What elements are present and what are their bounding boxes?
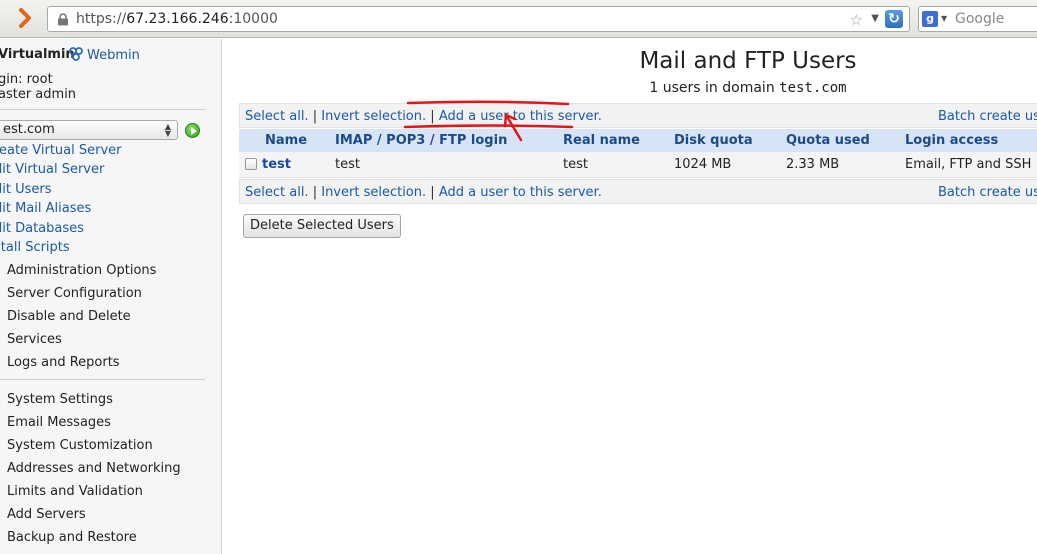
google-engine-icon[interactable]: g (922, 11, 938, 27)
cat-addresses-and-networking[interactable]: Addresses and Networking (7, 461, 181, 476)
link-separator: | (312, 109, 318, 124)
link-separator: | (312, 185, 318, 200)
cat-system-settings[interactable]: System Settings (7, 392, 113, 407)
url-text: https://67.23.166.246:10000 (76, 11, 278, 27)
url-bar[interactable]: https://67.23.166.246:10000 ☆ ▼ ↻ (47, 6, 910, 32)
cat-email-messages[interactable]: Email Messages (7, 415, 111, 430)
cat-logs-and-reports[interactable]: Logs and Reports (7, 355, 120, 370)
sidebar-divider (0, 109, 205, 110)
role-info: aster admin (0, 87, 77, 102)
search-bar[interactable]: g ▼ Google (918, 6, 1037, 32)
users-table: Name IMAP / POP3 / FTP login Real name D… (239, 129, 1037, 178)
invert-selection-link[interactable]: Invert selection. (321, 185, 426, 200)
reload-icon[interactable]: ↻ (885, 10, 903, 28)
link-separator: | (430, 109, 435, 124)
domain-select[interactable]: est.com ▲ ▼ (0, 120, 178, 140)
history-dropdown-icon[interactable]: ▼ (871, 13, 879, 24)
webmin-link[interactable]: Webmin (68, 47, 140, 63)
login-info: gin: root (0, 72, 53, 87)
back-chevron-icon[interactable] (14, 7, 36, 29)
virtualmin-brand[interactable]: Virtualmin (0, 47, 75, 62)
table-header-row: Name IMAP / POP3 / FTP login Real name D… (239, 129, 1037, 152)
add-user-link[interactable]: Add a user to this server. (439, 109, 602, 124)
page-title: Mail and FTP Users (639, 48, 857, 74)
cell-login: test (325, 152, 551, 178)
selection-links-bottom: Select all. | Invert selection. | Add a … (239, 179, 1037, 204)
browser-toolbar: https://67.23.166.246:10000 ☆ ▼ ↻ g ▼ Go… (0, 0, 1037, 38)
bookmark-star-icon[interactable]: ☆ (850, 11, 863, 29)
go-icon[interactable] (185, 123, 200, 138)
select-all-link[interactable]: Select all. (245, 109, 309, 124)
cat-add-servers[interactable]: Add Servers (7, 507, 86, 522)
cell-disk-quota: 1024 MB (662, 152, 774, 178)
nav-create-virtual-server[interactable]: reate Virtual Server (0, 143, 122, 158)
select-all-link[interactable]: Select all. (245, 185, 309, 200)
cat-services[interactable]: Services (7, 332, 62, 347)
nav-edit-mail-aliases[interactable]: dit Mail Aliases (0, 201, 91, 216)
col-quota-used[interactable]: Quota used (774, 129, 893, 152)
cell-quota-used: 2.33 MB (774, 152, 893, 178)
cat-backup-and-restore[interactable]: Backup and Restore (7, 530, 137, 545)
cat-disable-and-delete[interactable]: Disable and Delete (7, 309, 131, 324)
col-name[interactable]: Name (239, 129, 325, 152)
nav-install-scripts[interactable]: stall Scripts (0, 240, 70, 255)
nav-edit-databases[interactable]: dit Databases (0, 221, 84, 236)
sidebar-divider (0, 379, 205, 380)
main-content: Mail and FTP Users 1 users in domain tes… (223, 39, 1037, 554)
select-arrows-icon: ▲ ▼ (164, 122, 171, 138)
col-real-name[interactable]: Real name (551, 129, 662, 152)
add-user-link[interactable]: Add a user to this server. (439, 185, 602, 200)
selection-links-top: Select all. | Invert selection. | Add a … (239, 103, 1037, 128)
page-subtitle: 1 users in domain test.com (649, 80, 847, 96)
cat-administration-options[interactable]: Administration Options (7, 263, 156, 278)
batch-create-link[interactable]: Batch create use (938, 109, 1037, 124)
webmin-icon (69, 47, 83, 61)
invert-selection-link[interactable]: Invert selection. (321, 109, 426, 124)
batch-create-link[interactable]: Batch create use (938, 185, 1037, 200)
nav-edit-virtual-server[interactable]: dit Virtual Server (0, 162, 104, 177)
col-login[interactable]: IMAP / POP3 / FTP login (325, 129, 551, 152)
cat-limits-and-validation[interactable]: Limits and Validation (7, 484, 143, 499)
domain-name: test.com (779, 80, 847, 96)
user-name-link[interactable]: test (262, 157, 291, 172)
cell-login-access: Email, FTP and SSH (893, 152, 1037, 178)
col-login-access[interactable]: Login access (893, 129, 1037, 152)
engine-dropdown-icon[interactable]: ▼ (941, 14, 947, 23)
nav-edit-users[interactable]: dit Users (0, 182, 52, 197)
delete-selected-users-button[interactable]: Delete Selected Users (243, 214, 401, 238)
cell-real-name: test (551, 152, 662, 178)
cat-system-customization[interactable]: System Customization (7, 438, 153, 453)
lock-icon (58, 13, 68, 26)
search-input[interactable]: Google (955, 11, 1004, 27)
col-disk-quota[interactable]: Disk quota (662, 129, 774, 152)
row-checkbox[interactable] (245, 157, 257, 170)
table-row: test test test 1024 MB 2.33 MB Email, FT… (239, 152, 1037, 178)
left-sidebar: Virtualmin Webmin gin: root aster admin … (0, 39, 222, 554)
link-separator: | (430, 185, 435, 200)
cat-server-configuration[interactable]: Server Configuration (7, 286, 142, 301)
